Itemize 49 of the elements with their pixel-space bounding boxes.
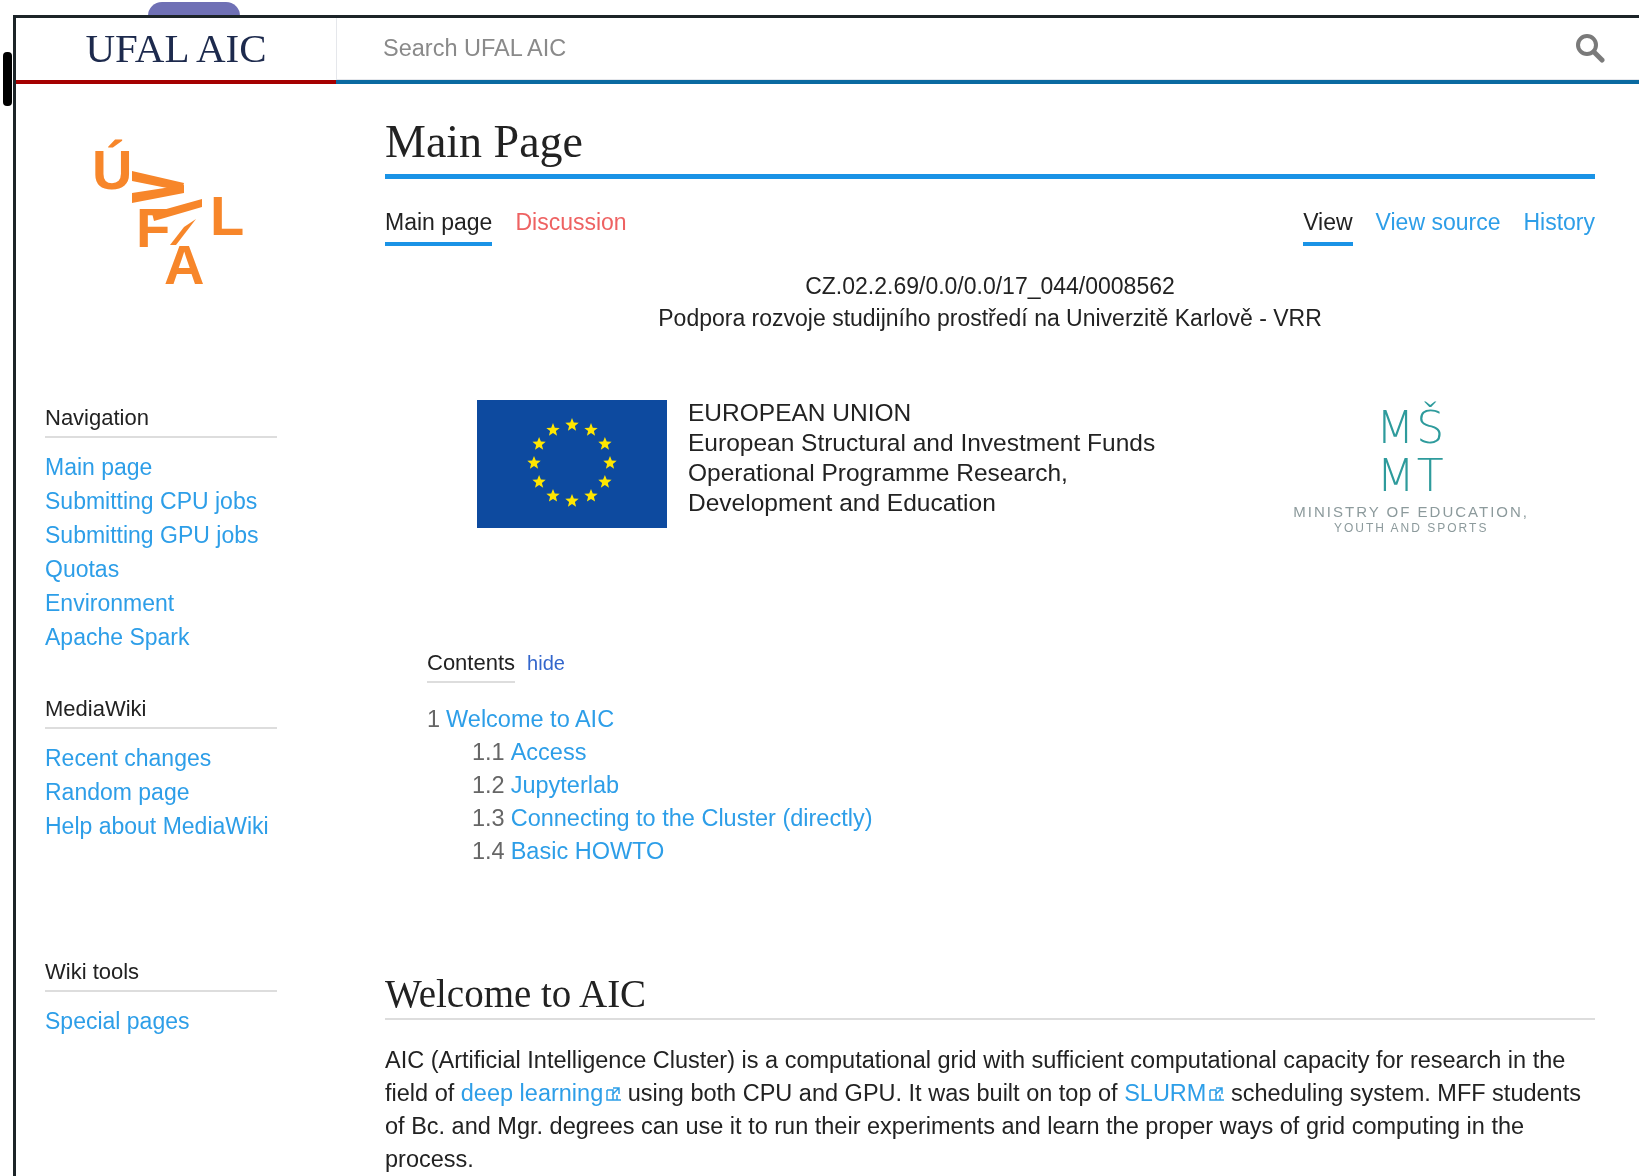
logo-caption: EUROPEAN UNION: [688, 398, 913, 428]
sidebar-link[interactable]: Recent changes: [45, 740, 212, 775]
sidebar-link[interactable]: Random page: [45, 774, 190, 809]
body-paragraph: AIC (Artificial Intelligence Cluster) is a computational grid with sufficient computational capacity for research in the field of deep learning using both CPU and GPU. It was built on top of SLURM scheduling system. MFF students of Bc. and Mgr. degrees can use it to run their experiments and learn the proper ways of grid computing in the process.: [385, 1046, 1582, 1174]
page-tab[interactable]: Main page: [385, 204, 493, 246]
sidebar-heading: Wiki tools: [45, 954, 277, 992]
project-name: Podpora rozvoje studijního prostředí na Univerzitě Karlově - VRR: [658, 304, 1322, 333]
sidebar-link[interactable]: Help about MediaWiki: [45, 808, 269, 843]
sidebar-link[interactable]: Special pages: [45, 1003, 190, 1038]
project-code: CZ.02.2.69/0.0/0.0/17_044/0008562: [805, 272, 1175, 301]
toc-link[interactable]: Basic HOWTO: [510, 835, 665, 868]
sidebar-link[interactable]: Submitting CPU jobs: [45, 483, 258, 518]
external-link[interactable]: SLURM: [1124, 1080, 1225, 1106]
page-tab[interactable]: Discussion: [515, 204, 627, 246]
external-link-icon: [605, 1086, 622, 1102]
search-icon[interactable]: [1575, 33, 1605, 64]
toc-link[interactable]: Welcome to AIC: [446, 703, 615, 736]
logo-caption: European Structural and Investment Funds: [688, 428, 1156, 458]
page-tab[interactable]: View: [1303, 204, 1353, 246]
external-link[interactable]: deep learning: [460, 1080, 622, 1106]
sidebar-link[interactable]: Apache Spark: [45, 619, 190, 654]
page-tab[interactable]: View source: [1375, 204, 1501, 246]
sidebar-link[interactable]: Submitting GPU jobs: [45, 517, 259, 552]
section-heading: Welcome to AIC: [385, 972, 1595, 1020]
site-title[interactable]: UFAL AIC: [85, 18, 267, 80]
window-edge-handle: [3, 52, 12, 106]
sidebar-link[interactable]: Quotas: [45, 551, 120, 586]
external-link-icon: [1208, 1086, 1225, 1102]
sidebar-link[interactable]: Environment: [45, 585, 175, 620]
toc-number: 1.3: [472, 804, 505, 833]
toc-hide-link[interactable]: hide: [527, 648, 565, 678]
page-tab[interactable]: History: [1523, 204, 1595, 246]
logo-caption: MINISTRY OF EDUCATION,: [1293, 504, 1529, 520]
sidebar-link[interactable]: Main page: [45, 449, 153, 484]
sidebar-heading: Navigation: [45, 400, 277, 438]
toc-link[interactable]: Access: [510, 736, 587, 769]
search-field[interactable]: Search UFAL AIC: [383, 30, 1575, 66]
toc-number: 1.4: [472, 837, 505, 866]
page-title: Main Page: [385, 113, 1595, 179]
toc-title: Contents: [427, 646, 516, 683]
toc-number: 1.2: [472, 771, 505, 800]
toc-number: 1.1: [472, 738, 505, 767]
logo-caption: Development and Education: [688, 488, 997, 518]
logo-caption: Operational Programme Research,: [688, 458, 1069, 488]
logo-caption: YOUTH AND SPORTS: [1333, 520, 1489, 536]
toc-link[interactable]: Connecting to the Cluster (directly): [510, 802, 873, 835]
toc-link[interactable]: Jupyterlab: [510, 769, 620, 802]
sidebar-heading: MediaWiki: [45, 691, 277, 729]
toc-number: 1: [427, 705, 441, 734]
